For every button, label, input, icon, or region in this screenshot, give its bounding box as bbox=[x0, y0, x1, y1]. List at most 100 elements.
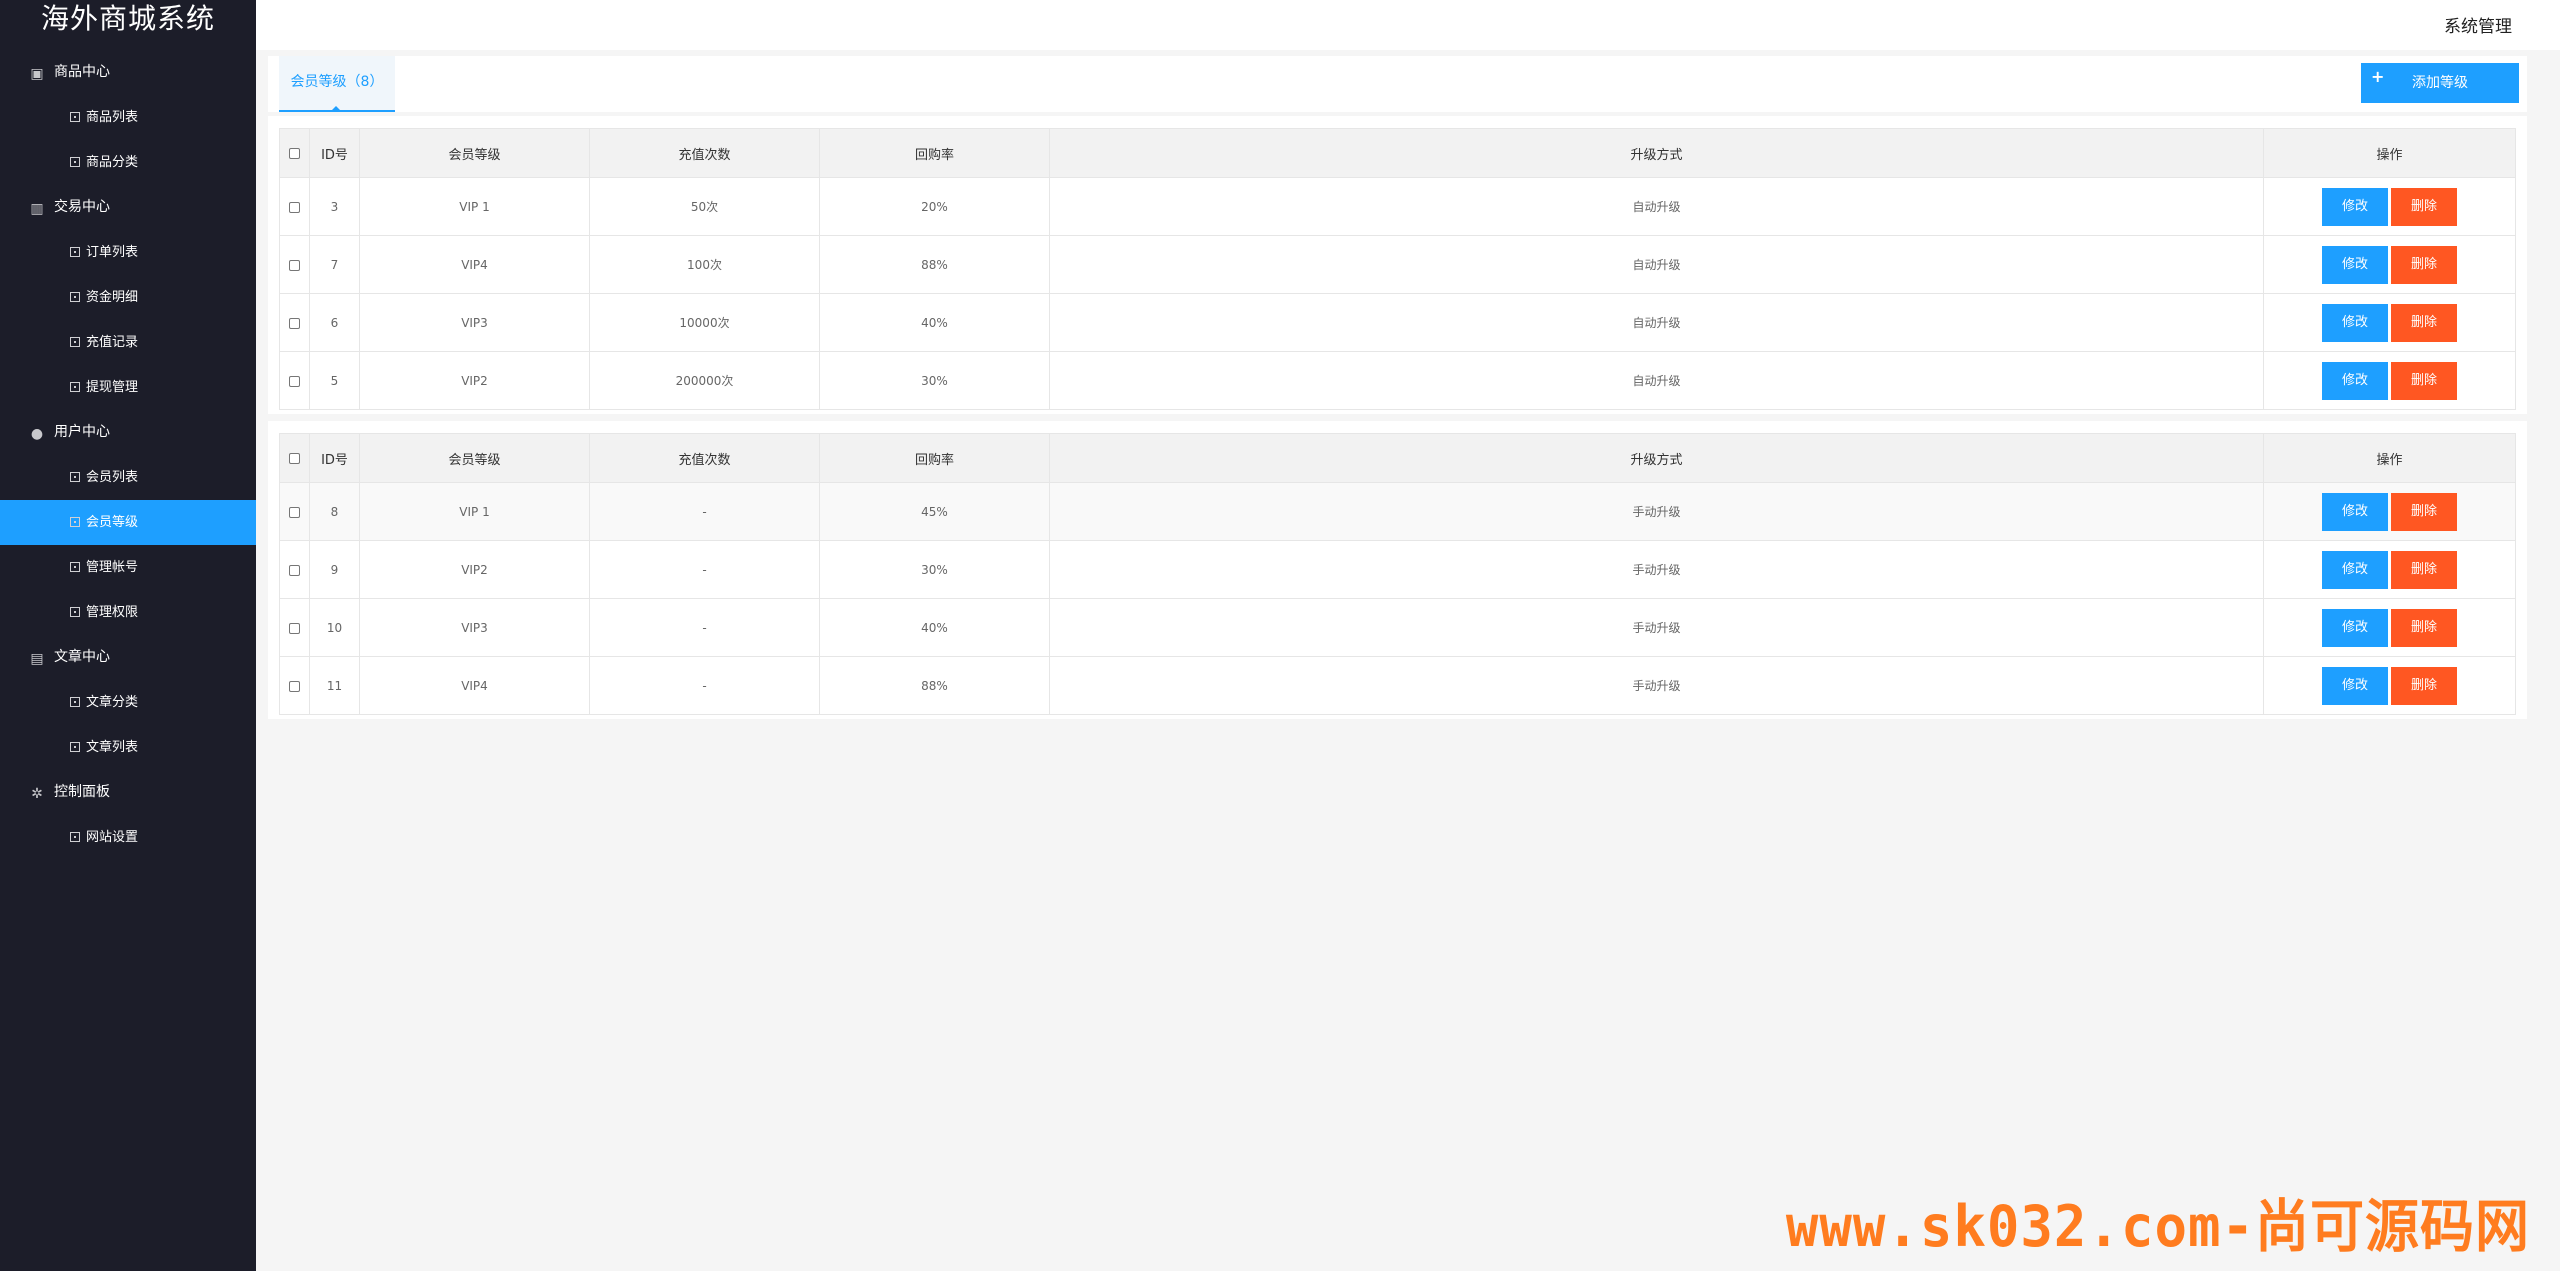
sidebar-item-order-list[interactable]: 订单列表 bbox=[0, 230, 256, 275]
row-checkbox[interactable] bbox=[289, 201, 300, 213]
delete-button[interactable]: 删除 bbox=[2391, 187, 2457, 226]
cell-actions: 修改 删除 bbox=[2263, 540, 2516, 599]
sidebar-item-label: 会员等级 bbox=[86, 515, 139, 530]
cell-recharge: - bbox=[589, 598, 820, 657]
sidebar-item-label: 商品列表 bbox=[86, 110, 139, 125]
sidebar-item-member-list[interactable]: 会员列表 bbox=[0, 455, 256, 500]
cell-id: 10 bbox=[309, 598, 360, 657]
cell-recharge: 100次 bbox=[589, 235, 820, 294]
row-select-cell bbox=[279, 540, 310, 599]
delete-button[interactable]: 删除 bbox=[2391, 492, 2457, 531]
sidebar-item-member-level[interactable]: 会员等级 bbox=[0, 500, 256, 545]
sidebar-item-withdraw-management[interactable]: 提现管理 bbox=[0, 365, 256, 410]
cell-id: 7 bbox=[309, 235, 360, 294]
cell-upgrade: 手动升级 bbox=[1049, 656, 2264, 715]
sidebar-item-admin-accounts[interactable]: 管理帐号 bbox=[0, 545, 256, 590]
sidebar-group-control-panel[interactable]: ✲ 控制面板 bbox=[0, 770, 256, 815]
sidebar-item-label: 管理帐号 bbox=[86, 560, 139, 575]
delete-button[interactable]: 删除 bbox=[2391, 303, 2457, 342]
sidebar-group-article-center[interactable]: ▤ 文章中心 bbox=[0, 635, 256, 680]
sidebar-item-product-category[interactable]: 商品分类 bbox=[0, 140, 256, 185]
sidebar-item-label: 商品分类 bbox=[86, 155, 139, 170]
row-select-cell bbox=[279, 235, 310, 294]
col-header-level: 会员等级 bbox=[359, 433, 590, 483]
sidebar-group-trade-center[interactable]: ▥ 交易中心 bbox=[0, 185, 256, 230]
table-row: 9 VIP2 - 30% 手动升级 修改 删除 bbox=[279, 540, 2516, 599]
cell-id: 11 bbox=[309, 656, 360, 715]
auto-upgrade-panel: ID号 会员等级 充值次数 回购率 升级方式 操作 3 VIP 1 50次 20… bbox=[268, 116, 2527, 414]
delete-button[interactable]: 删除 bbox=[2391, 666, 2457, 705]
select-all-checkbox[interactable] bbox=[289, 452, 300, 464]
manual-upgrade-table: ID号 会员等级 充值次数 回购率 升级方式 操作 8 VIP 1 - 45% … bbox=[279, 433, 2516, 715]
cell-id: 5 bbox=[309, 351, 360, 410]
sidebar-item-recharge-records[interactable]: 充值记录 bbox=[0, 320, 256, 365]
sidebar-item-site-settings[interactable]: 网站设置 bbox=[0, 815, 256, 860]
sidebar-item-product-list[interactable]: 商品列表 bbox=[0, 95, 256, 140]
cell-actions: 修改 删除 bbox=[2263, 293, 2516, 352]
table-row: 3 VIP 1 50次 20% 自动升级 修改 删除 bbox=[279, 177, 2516, 236]
select-all-checkbox[interactable] bbox=[289, 147, 300, 159]
row-checkbox[interactable] bbox=[289, 564, 300, 576]
cell-actions: 修改 删除 bbox=[2263, 656, 2516, 715]
delete-button[interactable]: 删除 bbox=[2391, 550, 2457, 589]
row-checkbox[interactable] bbox=[289, 375, 300, 387]
row-checkbox[interactable] bbox=[289, 680, 300, 692]
sidebar-item-admin-permissions[interactable]: 管理权限 bbox=[0, 590, 256, 635]
delete-button[interactable]: 删除 bbox=[2391, 245, 2457, 284]
sidebar-item-label: 提现管理 bbox=[86, 380, 139, 395]
tab-active-indicator bbox=[331, 106, 341, 111]
user-icon: ● bbox=[30, 426, 44, 442]
sidebar-item-article-list[interactable]: 文章列表 bbox=[0, 725, 256, 770]
edit-button[interactable]: 修改 bbox=[2322, 361, 2388, 400]
table-row: 7 VIP4 100次 88% 自动升级 修改 删除 bbox=[279, 235, 2516, 294]
sidebar: 海外商城系统 ▣ 商品中心 商品列表 商品分类 ▥ 交易中心 订单列表 资金明细 充… bbox=[0, 0, 256, 1271]
col-header-id: ID号 bbox=[309, 433, 360, 483]
grid-icon bbox=[70, 472, 80, 482]
cell-rate: 88% bbox=[819, 656, 1050, 715]
tab-member-level[interactable]: 会员等级（8） bbox=[279, 56, 395, 112]
cell-id: 8 bbox=[309, 482, 360, 541]
edit-button[interactable]: 修改 bbox=[2322, 608, 2388, 647]
cell-upgrade: 自动升级 bbox=[1049, 293, 2264, 352]
edit-button[interactable]: 修改 bbox=[2322, 303, 2388, 342]
row-checkbox[interactable] bbox=[289, 259, 300, 271]
cell-recharge: 200000次 bbox=[589, 351, 820, 410]
cell-recharge: 50次 bbox=[589, 177, 820, 236]
bar-chart-icon: ▥ bbox=[30, 201, 44, 217]
delete-button[interactable]: 删除 bbox=[2391, 361, 2457, 400]
tab-bar: 会员等级（8） + 添加等级 bbox=[268, 56, 2527, 112]
edit-button[interactable]: 修改 bbox=[2322, 666, 2388, 705]
col-header-actions: 操作 bbox=[2263, 433, 2516, 483]
row-select-cell bbox=[279, 482, 310, 541]
table-row: 10 VIP3 - 40% 手动升级 修改 删除 bbox=[279, 598, 2516, 657]
sidebar-item-label: 订单列表 bbox=[86, 245, 139, 260]
row-select-cell bbox=[279, 656, 310, 715]
edit-button[interactable]: 修改 bbox=[2322, 245, 2388, 284]
add-level-button[interactable]: + 添加等级 bbox=[2361, 63, 2519, 103]
row-checkbox[interactable] bbox=[289, 622, 300, 634]
system-management-menu[interactable]: 系统管理 bbox=[2444, 12, 2512, 37]
sidebar-group-label: 商品中心 bbox=[54, 64, 110, 80]
delete-button[interactable]: 删除 bbox=[2391, 608, 2457, 647]
table-row: 8 VIP 1 - 45% 手动升级 修改 删除 bbox=[279, 482, 2516, 541]
cell-rate: 20% bbox=[819, 177, 1050, 236]
grid-icon bbox=[70, 292, 80, 302]
sidebar-item-label: 文章分类 bbox=[86, 695, 139, 710]
grid-icon bbox=[70, 562, 80, 572]
col-header-id: ID号 bbox=[309, 128, 360, 178]
cell-upgrade: 自动升级 bbox=[1049, 235, 2264, 294]
sidebar-group-user-center[interactable]: ● 用户中心 bbox=[0, 410, 256, 455]
row-select-cell bbox=[279, 177, 310, 236]
row-checkbox[interactable] bbox=[289, 317, 300, 329]
row-checkbox[interactable] bbox=[289, 506, 300, 518]
plus-icon: + bbox=[2371, 67, 2385, 86]
edit-button[interactable]: 修改 bbox=[2322, 492, 2388, 531]
edit-button[interactable]: 修改 bbox=[2322, 550, 2388, 589]
edit-button[interactable]: 修改 bbox=[2322, 187, 2388, 226]
watermark: www.sk032.com-尚可源码网 bbox=[1785, 1193, 2530, 1260]
sidebar-item-fund-details[interactable]: 资金明细 bbox=[0, 275, 256, 320]
col-header-upgrade: 升级方式 bbox=[1049, 433, 2264, 483]
sidebar-group-product-center[interactable]: ▣ 商品中心 bbox=[0, 50, 256, 95]
sidebar-item-article-category[interactable]: 文章分类 bbox=[0, 680, 256, 725]
cell-upgrade: 手动升级 bbox=[1049, 598, 2264, 657]
